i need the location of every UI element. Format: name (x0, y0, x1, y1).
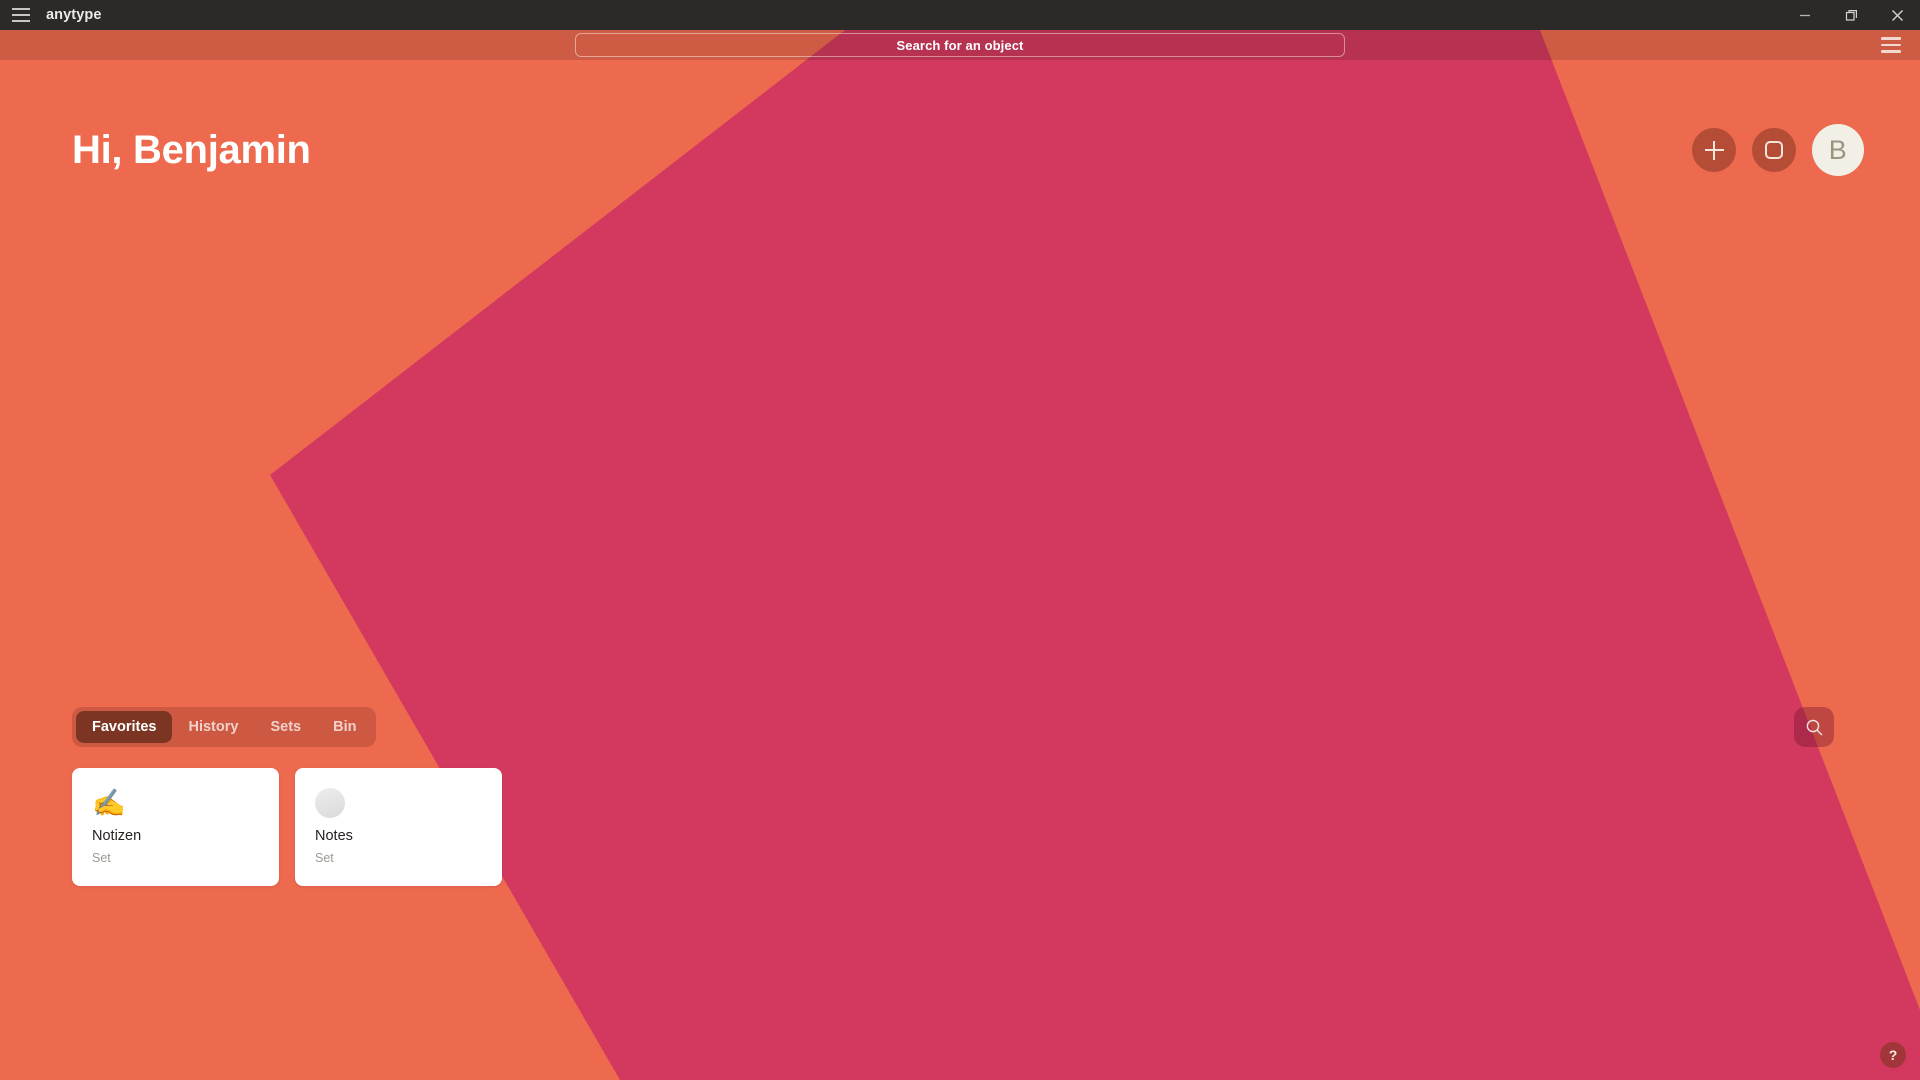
anytype-window: anytype Search for an object Hi, Benjami… (0, 0, 1920, 1080)
object-card-grid: ✍️ Notizen Set Notes Set (72, 768, 502, 886)
tab-label: History (188, 719, 239, 735)
top-search-bar: Search for an object (0, 30, 1920, 60)
tab-sets[interactable]: Sets (254, 711, 317, 743)
minimize-button[interactable] (1782, 0, 1828, 30)
card-placeholder-icon (315, 786, 482, 820)
search-placeholder: Search for an object (896, 37, 1024, 53)
help-button[interactable]: ? (1880, 1042, 1906, 1068)
card-title: Notizen (92, 828, 142, 844)
minimize-icon (1800, 14, 1810, 17)
card-subtitle: Set (92, 850, 111, 865)
avatar[interactable]: B (1812, 124, 1864, 176)
card-title: Notes (315, 828, 353, 844)
object-card[interactable]: ✍️ Notizen Set (72, 768, 279, 886)
hamburger-bar (12, 20, 30, 22)
hamburger-bar (1881, 37, 1901, 40)
help-label: ? (1888, 1047, 1898, 1063)
content-tabs: Favorites History Sets Bin (72, 707, 377, 747)
hamburger-bar (12, 8, 30, 10)
hero-actions: B (1692, 124, 1864, 176)
titlebar: anytype (0, 0, 1920, 30)
close-icon (1891, 9, 1903, 21)
hamburger-bar (1881, 50, 1901, 53)
search-icon (1806, 719, 1822, 735)
app-title: anytype (46, 7, 102, 23)
main-menu-icon[interactable] (1872, 30, 1910, 60)
rounded-square-icon (1765, 141, 1783, 159)
avatar-initial: B (1828, 134, 1848, 165)
create-object-button[interactable] (1692, 128, 1736, 172)
hamburger-bar (1881, 43, 1901, 47)
search-input[interactable]: Search for an object (575, 33, 1345, 57)
spaces-button[interactable] (1752, 128, 1796, 172)
object-card[interactable]: Notes Set (295, 768, 502, 886)
app-menu-icon[interactable] (0, 0, 42, 30)
page-title: Hi, Benjamin (72, 128, 311, 172)
tab-label: Sets (270, 719, 302, 735)
hamburger-bar (12, 14, 30, 16)
hero-section: Hi, Benjamin B (0, 60, 1920, 240)
tab-label: Bin (333, 719, 357, 735)
tab-bin[interactable]: Bin (317, 711, 372, 743)
blank-circle-icon (315, 788, 345, 818)
card-subtitle: Set (315, 850, 334, 865)
tab-favorites[interactable]: Favorites (76, 711, 173, 743)
card-emoji-icon: ✍️ (92, 787, 126, 818)
search-button[interactable] (1794, 707, 1834, 747)
tab-label: Favorites (92, 719, 157, 735)
close-button[interactable] (1874, 0, 1920, 30)
tab-history[interactable]: History (172, 711, 254, 743)
restore-icon (1845, 9, 1857, 21)
plus-icon (1704, 140, 1724, 160)
maximize-button[interactable] (1828, 0, 1874, 30)
